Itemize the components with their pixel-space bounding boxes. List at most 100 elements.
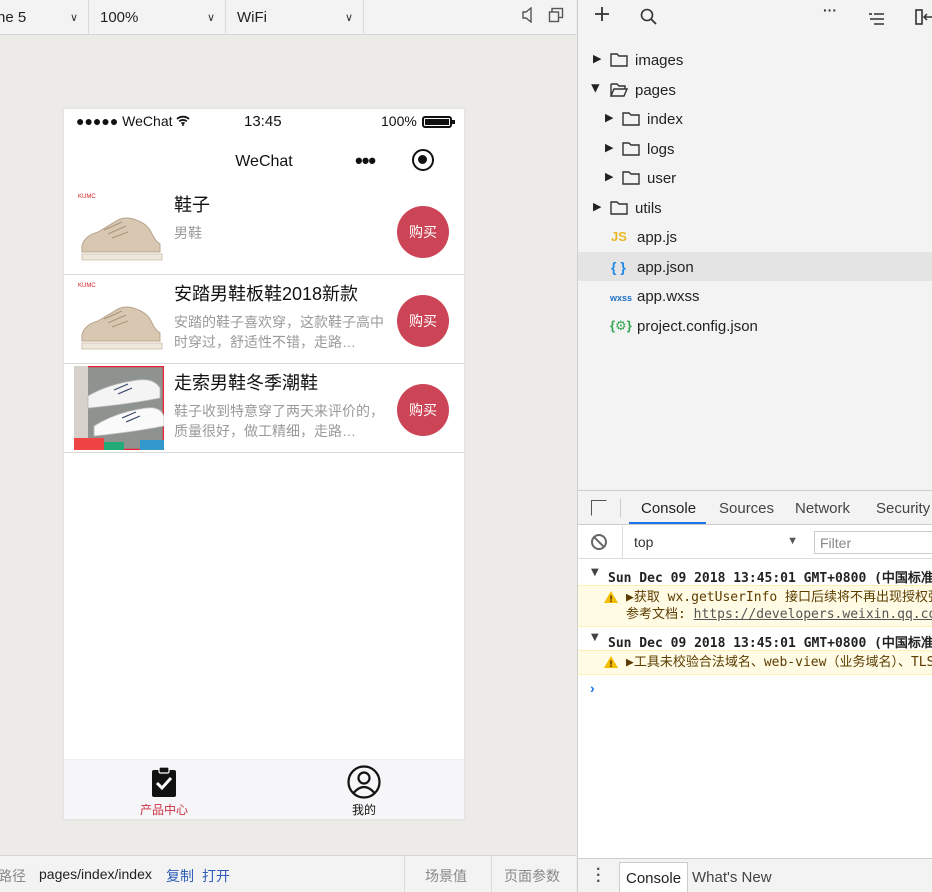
caret-down-icon: ▼	[591, 567, 599, 578]
user-circle-icon	[347, 765, 381, 799]
tab-me[interactable]: 我的	[264, 760, 464, 820]
config-file-icon: {⚙}	[610, 317, 632, 333]
caret-right-icon: ▶	[605, 112, 614, 124]
context-select-value: top	[634, 534, 654, 550]
list-item[interactable]: KUMC 安踏男鞋板鞋2018新款 安踏的鞋子喜欢穿，这款鞋子高中时穿过，舒适性…	[64, 275, 464, 364]
split-editor-icon[interactable]	[915, 9, 932, 30]
tab-security[interactable]: Security	[876, 500, 930, 517]
network-select[interactable]: WiFi ∨	[226, 0, 364, 35]
page-path: pages/index/index	[39, 866, 152, 882]
log-header[interactable]: ▼ Sun Dec 09 2018 13:45:01 GMT+0800 (中国标…	[578, 563, 932, 586]
warning-icon	[604, 591, 618, 609]
tree-item-pages[interactable]: ▶ pages	[578, 75, 932, 105]
scene-button[interactable]: 场景值	[404, 856, 491, 892]
zoom-select[interactable]: 100% ∨	[89, 0, 226, 35]
drawer-tab-console[interactable]: Console	[619, 862, 689, 892]
tree-item-app-wxss[interactable]: wxss app.wxss	[578, 281, 932, 311]
tree-item-user[interactable]: ▶ user	[578, 163, 932, 193]
page-path-bar: 路径 pages/index/index 复制 打开 场景值 页面参数	[0, 855, 576, 892]
buy-button[interactable]: 购买	[397, 384, 449, 436]
search-icon[interactable]	[640, 8, 657, 30]
log-header[interactable]: ▼ Sun Dec 09 2018 13:45:01 GMT+0800 (中国标…	[578, 628, 932, 651]
carrier-label: ●●●●● WeChat	[76, 113, 190, 129]
devtools-panel: Console Sources Network Security top ▼ F…	[578, 490, 932, 892]
tab-sources[interactable]: Sources	[719, 500, 774, 517]
device-select[interactable]: ne 5 ∨	[0, 0, 89, 35]
simulator-toolbar-icons	[364, 6, 576, 27]
tree-item-logs[interactable]: ▶ logs	[578, 134, 932, 164]
list-item[interactable]: KUMC 鞋子 男鞋 购买	[64, 186, 464, 275]
caret-right-icon: ▶	[605, 171, 614, 183]
tree-item-label: images	[635, 52, 684, 69]
chevron-down-icon: ∨	[206, 11, 215, 24]
tree-item-app-json[interactable]: { } app.json	[578, 251, 932, 281]
product-title: 走索男鞋冬季潮鞋	[174, 373, 318, 393]
product-image: KUMC	[74, 277, 164, 361]
tree-item-index[interactable]: ▶ index	[578, 104, 932, 134]
folder-icon	[610, 52, 628, 71]
copy-link[interactable]: 复制	[166, 866, 194, 886]
buy-button[interactable]: 购买	[397, 295, 449, 347]
tree-item-app-js[interactable]: JS app.js	[578, 222, 932, 252]
product-list: KUMC 鞋子 男鞋 购买 KUMC 安踏男鞋板鞋2018新款 安踏的鞋子喜欢穿…	[64, 186, 464, 453]
chevron-down-icon: ∨	[69, 11, 78, 24]
tree-item-project-config[interactable]: {⚙} project.config.json	[578, 311, 932, 341]
divider	[620, 498, 621, 518]
json-file-icon: { }	[611, 258, 626, 275]
mute-icon[interactable]	[522, 6, 536, 27]
collapse-icon[interactable]	[869, 10, 885, 31]
warning-message[interactable]: ▶获取 wx.getUserInfo 接口后续将不再出现授权弹窗，请注意升级 参…	[578, 585, 932, 627]
doc-link[interactable]: https://developers.weixin.qq.com/communi…	[694, 607, 932, 622]
tab-bar: 产品中心 我的	[64, 759, 464, 819]
folder-icon	[610, 200, 628, 219]
wxss-file-icon: wxss	[610, 293, 633, 303]
tab-label: 我的	[351, 803, 376, 817]
simulator-toolbar: ne 5 ∨ 100% ∨ WiFi ∨	[0, 0, 576, 35]
clipboard-check-icon	[147, 765, 181, 799]
log-timestamp: Sun Dec 09 2018 13:45:01 GMT+0800 (中国标准时…	[608, 571, 932, 586]
path-label: 路径	[0, 868, 26, 884]
open-link[interactable]: 打开	[202, 866, 230, 886]
warning-message[interactable]: ▶工具未校验合法域名、web-view（业务域名）、TLS 版本以及 HTTPS…	[578, 650, 932, 675]
close-capsule-icon[interactable]	[412, 149, 434, 171]
wifi-icon	[173, 113, 191, 129]
list-item[interactable]: 走索男鞋冬季潮鞋 鞋子收到特意穿了两天来评价的，质量很好，做工精细，走路… 购买	[64, 364, 464, 453]
inspect-element-icon[interactable]	[591, 500, 607, 516]
zoom-select-value: 100%	[100, 8, 139, 26]
status-bar: ●●●●● WeChat 13:45 100%	[64, 109, 464, 133]
more-icon[interactable]: ···	[823, 2, 837, 18]
tree-item-images[interactable]: ▶ images	[578, 45, 932, 75]
devtools-tabs: Console Sources Network Security	[578, 491, 932, 525]
product-title: 安踏男鞋板鞋2018新款	[174, 284, 359, 304]
product-desc: 鞋子收到特意穿了两天来评价的，质量很好，做工精细，走路…	[174, 403, 384, 439]
battery-icon	[422, 116, 455, 128]
code-snippet: wx.getUserInfo	[667, 590, 778, 605]
drawer-tab-whats-new[interactable]: What's New	[692, 869, 772, 886]
tab-console[interactable]: Console	[641, 500, 696, 517]
caret-down-icon: ▶	[589, 83, 602, 93]
context-select[interactable]: top ▼	[622, 526, 802, 559]
tab-products[interactable]: 产品中心	[64, 760, 264, 820]
detach-window-icon[interactable]	[548, 7, 564, 27]
log-group: ▼ Sun Dec 09 2018 13:45:01 GMT+0800 (中国标…	[578, 628, 932, 675]
nav-bar: WeChat •••	[64, 139, 464, 183]
console-prompt-icon[interactable]: ›	[590, 680, 595, 696]
clear-console-icon[interactable]	[591, 534, 607, 550]
log-timestamp: Sun Dec 09 2018 13:45:01 GMT+0800 (中国标准时…	[608, 636, 932, 651]
filter-input[interactable]: Filter	[814, 531, 932, 554]
folder-icon	[622, 170, 640, 189]
tab-network[interactable]: Network	[795, 500, 850, 517]
caret-right-icon: ▶	[593, 200, 602, 213]
tree-item-utils[interactable]: ▶ utils	[578, 193, 932, 223]
more-icon[interactable]: •••	[355, 148, 376, 174]
tree-item-label: logs	[647, 140, 675, 158]
battery-percent: 100%	[381, 113, 417, 129]
drawer-menu-icon[interactable]: · · ·	[596, 862, 601, 890]
folder-open-icon	[609, 82, 629, 101]
add-icon[interactable]	[594, 6, 610, 27]
tree-item-label: index	[647, 111, 683, 128]
page-params-button[interactable]: 页面参数	[491, 856, 577, 892]
tree-item-label: app.js	[637, 229, 678, 246]
tree-item-label: pages	[635, 81, 676, 99]
buy-button[interactable]: 购买	[397, 206, 449, 258]
